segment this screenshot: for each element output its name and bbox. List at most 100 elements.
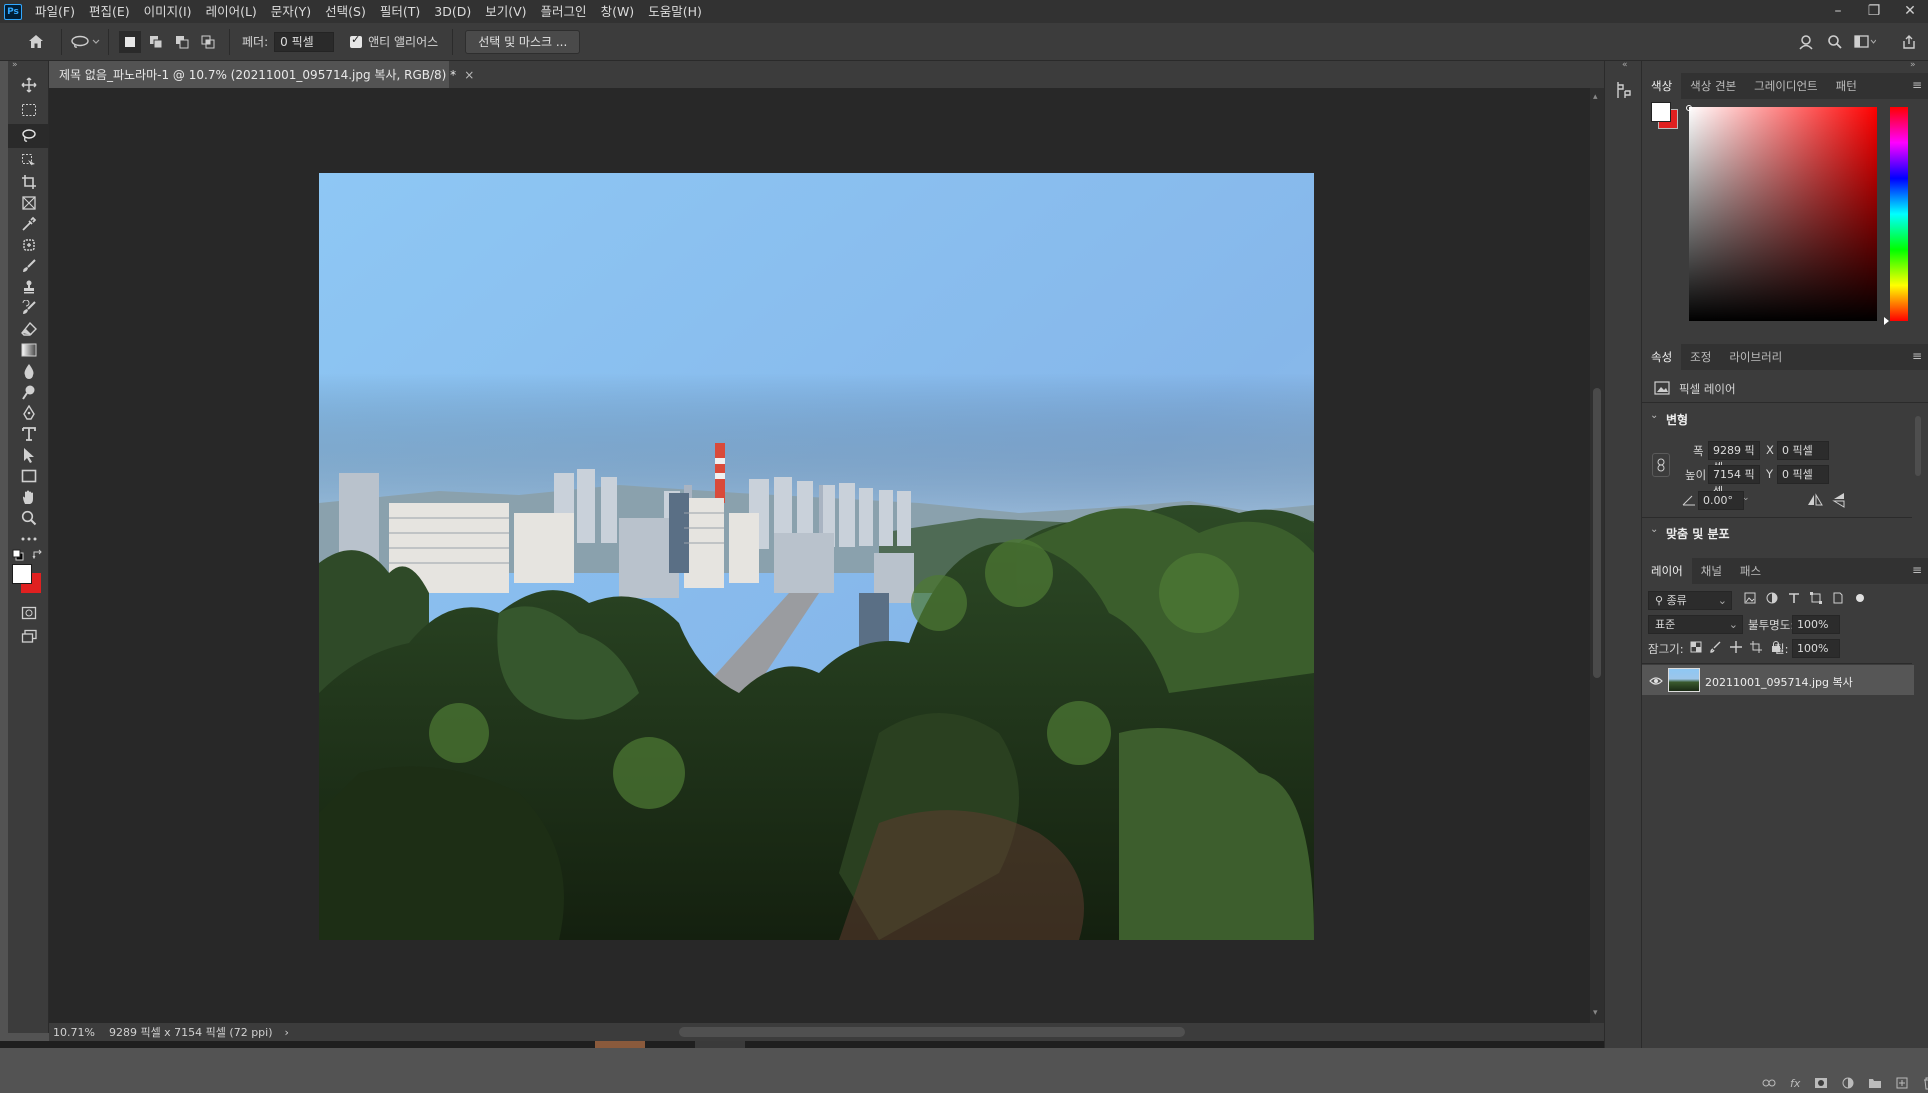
flip-horizontal-icon[interactable]: [1807, 493, 1823, 510]
lock-position-icon[interactable]: [1730, 641, 1742, 656]
document-tab-close-icon[interactable]: ×: [464, 68, 474, 82]
foreground-color-swatch[interactable]: [12, 564, 32, 584]
layer-row[interactable]: 20211001_095714.jpg 복사: [1642, 665, 1914, 695]
share-icon[interactable]: [1898, 31, 1920, 53]
panel-tab[interactable]: 레이어: [1642, 558, 1692, 584]
more-tools-icon[interactable]: [8, 527, 49, 551]
panel-tab[interactable]: 그레이디언트: [1745, 73, 1826, 99]
filter-pixel-icon[interactable]: [1744, 592, 1756, 607]
x-input[interactable]: 0 픽셀: [1777, 441, 1829, 460]
panel-tab[interactable]: 속성: [1642, 344, 1682, 370]
filter-toggle-icon[interactable]: [1854, 592, 1866, 607]
move-tool-icon[interactable]: [8, 73, 49, 97]
properties-panel-menu-icon[interactable]: ≡: [1912, 349, 1922, 363]
filter-smart-object-icon[interactable]: [1832, 592, 1844, 607]
properties-scrollbar[interactable]: [1915, 406, 1921, 556]
width-input[interactable]: 9289 픽셀: [1708, 441, 1760, 474]
restore-button[interactable]: ❐: [1856, 0, 1892, 23]
document-image[interactable]: [319, 173, 1314, 940]
menu-item[interactable]: 플러그인: [534, 0, 594, 23]
history-panel-icon[interactable]: [1616, 81, 1632, 102]
flip-vertical-icon[interactable]: [1832, 492, 1846, 511]
user-icon[interactable]: [1795, 31, 1817, 53]
feather-input[interactable]: 0 픽셀: [274, 31, 335, 52]
collapse-toolbar-icon[interactable]: »: [12, 60, 18, 70]
visibility-eye-icon[interactable]: [1649, 675, 1663, 689]
search-icon[interactable]: [1824, 31, 1846, 53]
link-dimensions-icon[interactable]: [1652, 453, 1670, 477]
menu-item[interactable]: 이미지(I): [137, 0, 199, 23]
blend-mode-dropdown[interactable]: 표준 ⌄: [1648, 615, 1743, 634]
marquee-tool-icon[interactable]: [8, 98, 49, 122]
filter-adjustment-icon[interactable]: [1766, 592, 1778, 607]
filter-type-icon[interactable]: [1788, 592, 1800, 607]
intersect-selection-icon[interactable]: [197, 31, 219, 53]
layer-filter-dropdown[interactable]: ⚲ 종류 ⌄: [1648, 591, 1732, 610]
taskbar-item[interactable]: [595, 1041, 645, 1048]
add-mask-icon[interactable]: [1814, 1077, 1828, 1093]
layer-style-fx-icon[interactable]: fx: [1790, 1077, 1800, 1093]
lock-artboard-icon[interactable]: [1750, 641, 1762, 656]
menu-item[interactable]: 파일(F): [28, 0, 82, 23]
menu-item[interactable]: 창(W): [594, 0, 642, 23]
panel-tab[interactable]: 색상: [1642, 73, 1682, 99]
document-tab[interactable]: 제목 없음_파노라마-1 @ 10.7% (20211001_095714.jp…: [49, 61, 474, 88]
panel-tab[interactable]: 조정: [1681, 344, 1720, 370]
menu-item[interactable]: 선택(S): [318, 0, 373, 23]
menu-item[interactable]: 도움말(H): [641, 0, 709, 23]
color-panel-menu-icon[interactable]: ≡: [1912, 78, 1922, 92]
color-foreground-swatch[interactable]: [1651, 102, 1671, 122]
zoom-level[interactable]: 10.71%: [53, 1026, 95, 1039]
panel-tab[interactable]: 패스: [1731, 558, 1770, 584]
panel-tab[interactable]: 패턴: [1827, 73, 1866, 99]
workspace-icon[interactable]: [1854, 31, 1876, 53]
menu-item[interactable]: 필터(T): [373, 0, 427, 23]
minimize-button[interactable]: –: [1820, 0, 1856, 23]
layers-panel-menu-icon[interactable]: ≡: [1912, 563, 1922, 577]
collapse-strip-icon[interactable]: «: [1622, 60, 1628, 70]
transform-chevron-icon[interactable]: ⌄: [1650, 410, 1658, 421]
vertical-scroll-thumb[interactable]: [1593, 388, 1601, 678]
angle-dropdown-icon[interactable]: ⌄: [1742, 493, 1750, 503]
panel-tab[interactable]: 색상 견본: [1681, 73, 1745, 99]
lasso-preset-icon[interactable]: [68, 31, 102, 53]
link-layers-icon[interactable]: [1762, 1077, 1776, 1093]
lasso-tool-icon[interactable]: [8, 124, 49, 148]
default-colors-icon[interactable]: [12, 549, 24, 561]
new-group-icon[interactable]: [1868, 1077, 1882, 1093]
panel-tab[interactable]: 채널: [1692, 558, 1731, 584]
height-input[interactable]: 7154 픽셀: [1708, 465, 1760, 498]
menu-item[interactable]: 보기(V): [478, 0, 533, 23]
subtract-selection-icon[interactable]: [171, 31, 193, 53]
layer-name[interactable]: 20211001_095714.jpg 복사: [1705, 674, 1853, 690]
menu-item[interactable]: 3D(D): [427, 0, 478, 23]
color-field[interactable]: [1689, 107, 1877, 321]
new-layer-icon[interactable]: [1896, 1077, 1908, 1093]
horizontal-scroll-thumb[interactable]: [679, 1027, 1185, 1037]
fill-input[interactable]: 100%: [1792, 639, 1840, 658]
opacity-input[interactable]: 100%: [1792, 615, 1840, 634]
panel-tab[interactable]: 라이브러리: [1720, 344, 1791, 370]
lock-transparent-icon[interactable]: [1690, 641, 1702, 656]
menu-item[interactable]: 레이어(L): [199, 0, 264, 23]
taskbar-item[interactable]: [695, 1041, 745, 1048]
screen-mode-icon[interactable]: [8, 624, 49, 648]
y-input[interactable]: 0 픽셀: [1777, 465, 1829, 484]
status-menu-arrow[interactable]: ›: [285, 1026, 289, 1039]
antialias-checkbox[interactable]: 앤티 앨리어스: [350, 33, 438, 50]
hue-slider-handle[interactable]: [1884, 317, 1889, 325]
antialias-check-icon[interactable]: [350, 33, 363, 48]
lock-image-icon[interactable]: [1710, 641, 1722, 656]
menu-item[interactable]: 문자(Y): [264, 0, 318, 23]
new-selection-icon[interactable]: [119, 30, 141, 53]
select-and-mask-button[interactable]: 선택 및 마스크 ...: [465, 29, 581, 54]
hue-slider[interactable]: [1890, 107, 1908, 321]
collapse-panels-icon[interactable]: »: [1910, 60, 1916, 70]
adjustment-layer-icon[interactable]: [1842, 1077, 1854, 1093]
menu-item[interactable]: 편집(E): [82, 0, 137, 23]
align-chevron-icon[interactable]: ⌄: [1650, 524, 1658, 535]
vertical-scrollbar[interactable]: ▴ ▾: [1590, 88, 1604, 1023]
close-window-button[interactable]: ✕: [1892, 0, 1928, 23]
color-picker-handle[interactable]: [1686, 105, 1692, 111]
quick-mask-icon[interactable]: [8, 601, 49, 625]
